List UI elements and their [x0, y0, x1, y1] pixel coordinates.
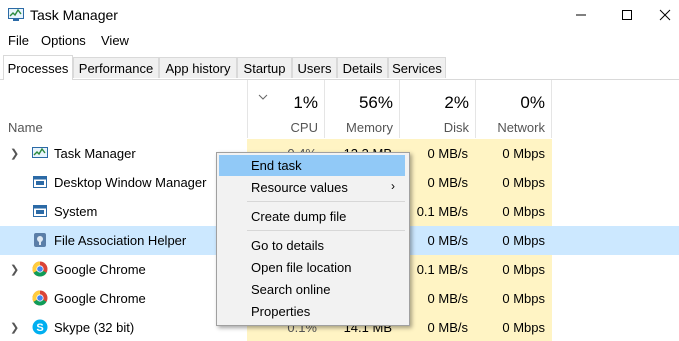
tab-app-history[interactable]: App history [159, 57, 237, 78]
close-icon [659, 9, 670, 21]
disk-label: Disk [443, 120, 469, 135]
maximize-icon [622, 10, 632, 20]
title-bar: Task Manager [0, 0, 679, 30]
tab-details[interactable]: Details [337, 57, 388, 78]
process-name: System [54, 204, 98, 219]
menu-item-end-task[interactable]: End task [219, 155, 405, 176]
tab-users[interactable]: Users [292, 57, 337, 78]
column-header-cpu[interactable]: 1% CPU [247, 80, 324, 138]
column-header-memory[interactable]: 56% Memory [324, 80, 399, 138]
maximize-button[interactable] [604, 0, 650, 30]
process-name: Skype (32 bit) [54, 320, 135, 335]
menu-item-create-dump-file[interactable]: Create dump file [219, 206, 405, 227]
column-header-disk[interactable]: 2% Disk [399, 80, 475, 138]
menu-item-open-file-location[interactable]: Open file location [219, 257, 405, 278]
sort-chevron-icon [258, 94, 268, 100]
menu-separator [247, 201, 405, 202]
network-value: 0 Mbps [502, 262, 545, 277]
task-manager-icon [8, 6, 24, 22]
network-value: 0 Mbps [502, 146, 545, 161]
network-value: 0 Mbps [502, 175, 545, 190]
expand-chevron-icon[interactable]: ❯ [10, 321, 19, 334]
system-icon [32, 203, 48, 219]
menu-separator [247, 230, 405, 231]
menu-item-resource-values[interactable]: Resource values › [219, 177, 405, 198]
process-name: File Association Helper [54, 233, 187, 248]
file-association-icon [32, 232, 48, 248]
window-title: Task Manager [30, 7, 118, 23]
cpu-label: CPU [290, 120, 318, 135]
column-header-network[interactable]: 0% Network [475, 80, 552, 138]
menu-view[interactable]: View [101, 33, 129, 48]
network-value: 0 Mbps [502, 204, 545, 219]
process-name: Desktop Window Manager [54, 175, 207, 190]
network-total: 0% [520, 93, 545, 112]
process-name: Google Chrome [54, 262, 146, 277]
tab-strip: Processes Performance App history Startu… [0, 55, 679, 80]
cpu-total: 1% [293, 93, 318, 112]
skype-icon: S [32, 319, 48, 335]
network-value: 0 Mbps [502, 291, 545, 306]
minimize-icon [576, 14, 586, 16]
expand-chevron-icon[interactable]: ❯ [10, 263, 19, 276]
close-button[interactable] [650, 0, 679, 30]
expand-chevron-icon[interactable]: ❯ [10, 147, 19, 160]
chrome-icon [32, 261, 48, 277]
menu-options[interactable]: Options [41, 33, 86, 48]
chrome-icon [32, 290, 48, 306]
tab-performance[interactable]: Performance [73, 57, 159, 78]
tab-processes[interactable]: Processes [3, 55, 73, 80]
column-header-name[interactable]: Name [8, 120, 43, 135]
tab-services[interactable]: Services [388, 57, 446, 78]
svg-text:S: S [36, 322, 43, 334]
tab-startup[interactable]: Startup [237, 57, 292, 78]
process-name: Task Manager [54, 146, 136, 161]
network-value: 0 Mbps [502, 320, 545, 335]
network-value: 0 Mbps [502, 233, 545, 248]
memory-label: Memory [346, 120, 393, 135]
disk-total: 2% [444, 93, 469, 112]
menu-item-properties[interactable]: Properties [219, 301, 405, 322]
network-label: Network [497, 120, 545, 135]
menu-item-go-to-details[interactable]: Go to details [219, 235, 405, 256]
minimize-button[interactable] [558, 0, 604, 30]
context-menu: End task Resource values › Create dump f… [216, 152, 410, 326]
menu-item-search-online[interactable]: Search online [219, 279, 405, 300]
memory-total: 56% [358, 93, 393, 112]
menu-file[interactable]: File [8, 33, 29, 48]
app-window-icon [32, 174, 48, 190]
process-name: Google Chrome [54, 291, 146, 306]
submenu-arrow-icon: › [391, 179, 395, 193]
task-manager-icon [32, 145, 48, 161]
